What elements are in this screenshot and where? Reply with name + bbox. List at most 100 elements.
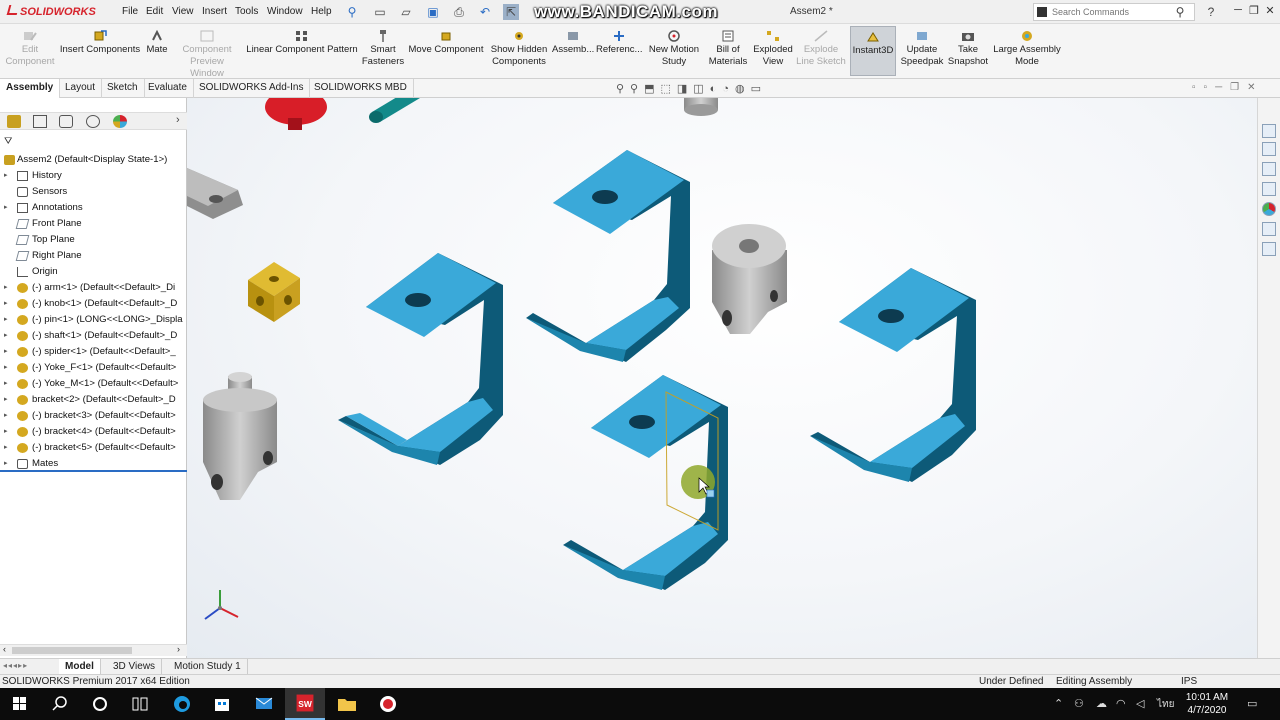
- appearances-icon[interactable]: [1262, 202, 1276, 216]
- solidworks-taskbar-icon[interactable]: SW: [285, 688, 325, 720]
- mate-button[interactable]: Mate: [142, 26, 172, 76]
- tree-item[interactable]: Right Plane: [0, 248, 187, 264]
- feature-tree-tab-icon[interactable]: [7, 115, 21, 128]
- solidworks-logo[interactable]: SOLIDWORKS: [6, 5, 96, 18]
- bracket-2-part[interactable]: [338, 253, 503, 465]
- file-explorer-taskbar-icon[interactable]: [327, 688, 367, 720]
- tree-item[interactable]: Assem2 (Default<Display State-1>): [0, 152, 187, 168]
- people-icon[interactable]: ⚇: [1074, 697, 1084, 710]
- tree-item[interactable]: ▸ (-) bracket<5> (Default<<Default>: [0, 440, 187, 456]
- tab-3d-views[interactable]: 3D Views: [107, 659, 163, 675]
- new-document-icon[interactable]: ▭: [372, 4, 388, 20]
- onedrive-icon[interactable]: ☁: [1096, 697, 1107, 710]
- filter-icon[interactable]: ⛛: [4, 136, 12, 147]
- tab-solidworks-add-ins[interactable]: SOLIDWORKS Add-Ins: [193, 79, 311, 98]
- print-icon[interactable]: ⎙: [451, 4, 467, 20]
- reference-geometry-button[interactable]: Referenc...: [596, 26, 642, 76]
- menu-edit[interactable]: Edit: [146, 6, 163, 17]
- expand-arrow-icon[interactable]: ▸: [4, 456, 8, 470]
- expand-arrow-icon[interactable]: ▸: [4, 392, 8, 408]
- tab-sketch[interactable]: Sketch: [101, 79, 145, 98]
- task-view-icon[interactable]: [120, 688, 160, 720]
- shaft-part[interactable]: [369, 98, 430, 123]
- edit-component-button[interactable]: Edit Component: [2, 26, 58, 76]
- arm-part[interactable]: [187, 168, 243, 219]
- component-preview-window-button[interactable]: Component Preview Window: [172, 26, 242, 79]
- wifi-icon[interactable]: ◠: [1116, 697, 1126, 710]
- menu-tools[interactable]: Tools: [235, 6, 258, 17]
- open-icon[interactable]: ▱: [398, 4, 414, 20]
- search-commands[interactable]: [1033, 3, 1195, 21]
- bracket-4-part[interactable]: [810, 268, 976, 482]
- expand-arrow-icon[interactable]: ▸: [4, 440, 8, 456]
- expand-arrow-icon[interactable]: ▸: [4, 312, 8, 328]
- file-explorer-icon[interactable]: [1262, 182, 1276, 196]
- menu-file[interactable]: File: [122, 6, 138, 17]
- assembly-features-button[interactable]: Assemb...: [552, 26, 594, 76]
- restore-icon[interactable]: ❐: [1246, 4, 1262, 17]
- pin-part[interactable]: [684, 98, 718, 116]
- take-snapshot-button[interactable]: Take Snapshot: [946, 26, 990, 76]
- update-speedpak-button[interactable]: Update Speedpak: [900, 26, 944, 76]
- tab-evaluate[interactable]: Evaluate: [142, 79, 194, 98]
- tree-item[interactable]: Origin: [0, 264, 187, 280]
- volume-icon[interactable]: ◁: [1136, 697, 1144, 710]
- chevron-right-icon[interactable]: ›: [176, 114, 180, 126]
- bandicam-icon[interactable]: [368, 688, 408, 720]
- expand-arrow-icon[interactable]: ▸: [4, 296, 8, 312]
- tree-item[interactable]: ▸ Annotations: [0, 200, 187, 216]
- new-motion-study-button[interactable]: New Motion Study: [646, 26, 702, 76]
- heads-up-view-toolbar[interactable]: ⚲⚲⬒⬚◨◫◐◔◍▭: [616, 82, 767, 95]
- tree-item[interactable]: ▸ (-) pin<1> (LONG<<LONG>_Displa: [0, 312, 187, 328]
- large-assembly-mode-button[interactable]: Large Assembly Mode: [992, 26, 1062, 76]
- select-icon[interactable]: ⇱: [503, 4, 519, 20]
- graphics-area[interactable]: [187, 98, 1257, 658]
- expand-arrow-icon[interactable]: ▸: [4, 168, 8, 184]
- tree-item[interactable]: ▸ (-) shaft<1> (Default<<Default>_D: [0, 328, 187, 344]
- clock[interactable]: 10:01 AM 4/7/2020: [1180, 691, 1234, 717]
- pin-icon[interactable]: ⚲: [344, 4, 360, 20]
- search-icon[interactable]: ⚲: [1172, 4, 1188, 20]
- exploded-view-button[interactable]: Exploded View: [752, 26, 794, 76]
- menu-view[interactable]: View: [172, 6, 194, 17]
- tree-item[interactable]: ▸ (-) bracket<3> (Default<<Default>: [0, 408, 187, 424]
- expand-arrow-icon[interactable]: ▸: [4, 408, 8, 424]
- help-icon[interactable]: ?: [1203, 4, 1219, 20]
- configuration-manager-tab-icon[interactable]: [59, 115, 73, 128]
- explode-line-sketch-button[interactable]: Explode Line Sketch: [796, 26, 846, 76]
- expand-arrow-icon[interactable]: ▸: [4, 360, 8, 376]
- bracket-3-part[interactable]: [526, 150, 690, 362]
- knob-part[interactable]: [265, 98, 327, 130]
- scroll-left-icon[interactable]: ‹: [3, 644, 6, 654]
- expand-arrow-icon[interactable]: ▸: [4, 344, 8, 360]
- notifications-icon[interactable]: ▭: [1247, 697, 1257, 710]
- yoke-m-part[interactable]: [203, 372, 277, 500]
- display-manager-tab-icon[interactable]: [113, 115, 127, 128]
- windows-start-icon[interactable]: [0, 688, 40, 720]
- tab-solidworks-mbd[interactable]: SOLIDWORKS MBD: [308, 79, 414, 98]
- scroll-right-icon[interactable]: ›: [177, 644, 180, 654]
- expand-arrow-icon[interactable]: ▸: [4, 376, 8, 392]
- expand-arrow-icon[interactable]: ▸: [4, 200, 8, 216]
- tab-model[interactable]: Model: [59, 659, 101, 675]
- expand-arrow-icon[interactable]: ▸: [4, 328, 8, 344]
- tray-chevron-icon[interactable]: ⌃: [1054, 697, 1063, 710]
- property-manager-tab-icon[interactable]: [33, 115, 47, 128]
- tree-item[interactable]: ▸ (-) Yoke_F<1> (Default<<Default>: [0, 360, 187, 376]
- yoke-f-part[interactable]: [712, 224, 787, 334]
- move-component-button[interactable]: Move Component: [406, 26, 486, 76]
- tree-item[interactable]: Top Plane: [0, 232, 187, 248]
- tree-item[interactable]: ▸ (-) bracket<4> (Default<<Default>: [0, 424, 187, 440]
- linear-component-pattern-button[interactable]: Linear Component Pattern: [244, 26, 360, 76]
- cortana-icon[interactable]: [80, 688, 120, 720]
- store-icon[interactable]: [202, 688, 242, 720]
- tree-item[interactable]: ▸ (-) spider<1> (Default<<Default>_: [0, 344, 187, 360]
- units-status[interactable]: IPS: [1181, 676, 1197, 687]
- search-taskbar-icon[interactable]: [40, 688, 80, 720]
- custom-properties-icon[interactable]: [1262, 222, 1276, 236]
- expand-arrow-icon[interactable]: ▸: [4, 424, 8, 440]
- bill-of-materials-button[interactable]: Bill of Materials: [706, 26, 750, 76]
- tree-item[interactable]: Front Plane: [0, 216, 187, 232]
- tree-item[interactable]: Sensors: [0, 184, 187, 200]
- bracket-5-part[interactable]: [563, 375, 728, 590]
